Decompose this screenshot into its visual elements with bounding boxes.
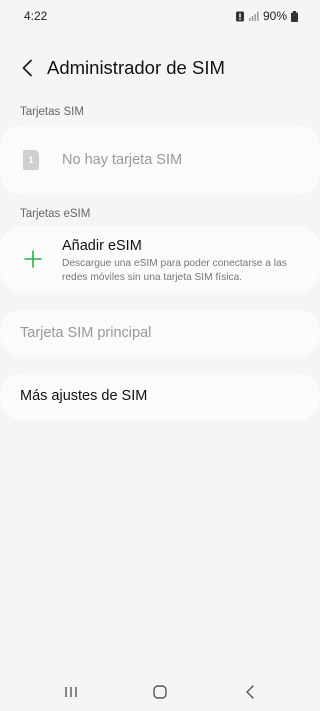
primary-sim-item: Tarjeta SIM principal [0, 310, 320, 357]
add-esim-description: Descargue una eSIM para poder conectarse… [62, 258, 287, 283]
recent-apps-icon [65, 687, 77, 697]
sim-slot-number: 1 [28, 155, 34, 165]
sim-card-icon: 1 [23, 150, 39, 170]
back-nav-button[interactable] [238, 682, 262, 702]
no-sim-text: No hay tarjeta SIM [62, 152, 183, 168]
home-button[interactable] [148, 682, 172, 702]
status-bar: 4:22 90% [0, 0, 320, 32]
back-button[interactable] [14, 54, 40, 82]
add-esim-title: Añadir eSIM [62, 238, 142, 254]
more-sim-settings-label: Más ajustes de SIM [20, 388, 148, 404]
battery-percent: 90% [262, 9, 287, 23]
app-header: Administrador de SIM [0, 52, 320, 84]
back-nav-icon [246, 685, 254, 699]
plus-icon [24, 250, 42, 268]
signal-icon [248, 11, 259, 21]
status-time: 4:22 [24, 9, 48, 23]
section-label-sim: Tarjetas SIM [20, 106, 84, 118]
section-label-esim: Tarjetas eSIM [20, 208, 91, 220]
more-sim-settings-item[interactable]: Más ajustes de SIM [0, 373, 320, 420]
page-title: Administrador de SIM [47, 57, 225, 78]
add-esim-item[interactable]: Añadir eSIM Descargue una eSIM para pode… [0, 226, 320, 293]
home-icon [153, 685, 167, 699]
recent-apps-button[interactable] [59, 682, 83, 702]
sim-alert-icon [235, 11, 244, 21]
back-arrow-icon [22, 59, 32, 77]
primary-sim-label: Tarjeta SIM principal [20, 325, 152, 341]
battery-icon [291, 10, 298, 22]
sim-card-item: 1 No hay tarjeta SIM [0, 125, 320, 195]
navigation-bar [0, 672, 320, 711]
status-icons: 90% [235, 9, 298, 23]
